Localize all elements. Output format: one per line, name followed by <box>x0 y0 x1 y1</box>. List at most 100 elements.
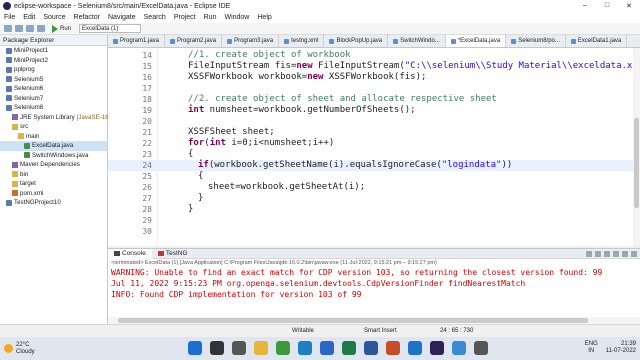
editor-vertical-scrollbar[interactable] <box>633 48 640 246</box>
java-file-icon <box>227 38 233 44</box>
clock[interactable]: 21:39 11-07-2022 <box>606 341 636 355</box>
code-string: "logindata" <box>441 160 502 170</box>
tree-item[interactable]: pom.xml <box>0 189 107 199</box>
line-number: 27 <box>142 194 152 203</box>
mail-icon[interactable] <box>408 341 422 355</box>
editor-tab[interactable]: SwitchWindo... <box>388 35 446 47</box>
editor-tab[interactable]: ExcelData1.java <box>566 35 628 47</box>
launch-config-combo[interactable]: ExcelData (1) <box>79 24 142 33</box>
windows-start-icon[interactable] <box>188 341 202 355</box>
editor-tab[interactable]: testng.xml <box>279 35 325 47</box>
menu-project[interactable]: Project <box>174 14 196 21</box>
tab-console[interactable]: Console <box>108 248 152 259</box>
tree-item[interactable]: MiniProject2 <box>0 56 107 66</box>
language-indicator[interactable]: ENG IN <box>585 341 598 355</box>
tree-item-label: SwitchWindows.java <box>32 151 89 159</box>
tree-item[interactable]: Selenium5 <box>0 75 107 85</box>
powerpoint-icon[interactable] <box>386 341 400 355</box>
tree-item[interactable]: pplprog <box>0 65 107 75</box>
xml-file-icon <box>12 190 18 197</box>
minimize-button[interactable]: – <box>574 2 596 10</box>
maximize-button[interactable]: □ <box>596 2 618 10</box>
package-explorer: Package Explorer MiniProject1 MiniProject… <box>0 35 110 324</box>
console-line: WARNING: Unable to find an exact match f… <box>111 268 603 277</box>
code-editor[interactable]: 14 //1. create object of workbook 15 FileIn… <box>108 48 640 246</box>
editor-scroll-thumb[interactable] <box>634 118 639 208</box>
editor-tab[interactable]: Program2.java <box>165 35 223 47</box>
tree-item[interactable]: Selenium6 <box>0 84 107 94</box>
menu-edit[interactable]: Edit <box>23 14 35 21</box>
tree-item-label: bin <box>20 170 29 178</box>
editor-tab-label: testng.xml <box>291 38 319 44</box>
scroll-lock-icon[interactable] <box>613 250 619 257</box>
chrome-icon[interactable] <box>276 341 290 355</box>
weather-widget[interactable]: 22°C Cloudy <box>4 342 35 356</box>
edge-icon[interactable] <box>298 341 312 355</box>
tree-item[interactable]: MiniProject1 <box>0 46 107 56</box>
remove-launch-icon[interactable] <box>595 250 601 257</box>
excel-icon[interactable] <box>342 341 356 355</box>
menu-navigate[interactable]: Navigate <box>108 14 136 21</box>
code-line: 15 FileInputStream fis=new FileInputStrea… <box>108 61 640 72</box>
run-button[interactable]: Run <box>52 24 72 33</box>
file-explorer-icon[interactable] <box>254 341 268 355</box>
tree-item[interactable]: JRE System Library [JavaSE-16] <box>0 113 110 123</box>
menu-search[interactable]: Search <box>144 14 166 21</box>
clear-console-icon[interactable] <box>604 250 610 257</box>
code-line: 28} <box>108 204 633 215</box>
console-horizontal-scrollbar[interactable] <box>108 317 640 324</box>
tree-item[interactable]: src <box>0 122 107 132</box>
editor-tab[interactable]: BlockPopUp.java <box>324 35 389 47</box>
console-view[interactable]: <terminated> ExcelData (1) [Java Applica… <box>108 259 640 324</box>
library-icon <box>12 161 18 168</box>
tree-item-suffix: [JavaSE-16] <box>76 113 111 121</box>
line-number: 30 <box>142 227 152 236</box>
new-icon[interactable] <box>4 25 12 32</box>
editor-tab[interactable]: Selenium8/po... <box>506 35 566 47</box>
java-file-icon <box>24 142 30 149</box>
camera-icon[interactable] <box>474 341 488 355</box>
console-scroll-thumb[interactable] <box>118 318 588 323</box>
menu-refactor[interactable]: Refactor <box>74 14 100 21</box>
code-token: FileInputStream fis= <box>188 61 297 71</box>
pin-console-icon[interactable] <box>622 250 628 257</box>
project-icon <box>6 199 12 206</box>
tree-item[interactable]: main <box>0 132 107 142</box>
settings-icon[interactable] <box>37 25 45 32</box>
menu-source[interactable]: Source <box>43 14 65 21</box>
code-token: { <box>188 149 194 159</box>
editor-tab[interactable]: Program1.java <box>108 35 166 47</box>
run-label: Run <box>60 25 72 32</box>
debug-icon[interactable] <box>26 25 34 32</box>
menu-file[interactable]: File <box>4 14 15 21</box>
tree-item[interactable]: bin <box>0 170 107 180</box>
project-icon <box>6 95 12 102</box>
menu-window[interactable]: Window <box>224 14 249 21</box>
search-icon[interactable] <box>210 341 224 355</box>
menu-run[interactable]: Run <box>204 14 217 21</box>
tree-item[interactable]: Selenium8 <box>0 103 107 113</box>
main-toolbar: Run ExcelData (1) <box>0 23 640 35</box>
store-icon[interactable] <box>320 341 334 355</box>
menu-help[interactable]: Help <box>257 14 271 21</box>
tree-item[interactable]: ExcelData.java <box>0 141 107 151</box>
tree-item[interactable]: SwitchWindows.java <box>0 151 107 161</box>
code-comment: //2. create object of sheet and allocate… <box>188 94 497 104</box>
eclipse-icon[interactable] <box>430 341 444 355</box>
tab-testng[interactable]: TestNG <box>152 250 194 257</box>
tree-item[interactable]: target <box>0 179 107 189</box>
minimize-view-icon[interactable] <box>631 250 637 257</box>
tree-item[interactable]: Selenium7 <box>0 94 107 104</box>
notepad-icon[interactable] <box>452 341 466 355</box>
tree-item[interactable]: TestNGProject10 <box>0 198 107 208</box>
editor-tab[interactable]: *ExcelData.java <box>445 35 507 47</box>
tree-item[interactable]: Maven Dependencies <box>0 160 107 170</box>
terminate-icon[interactable] <box>586 250 592 257</box>
editor-tab[interactable]: Program3.java <box>222 35 280 47</box>
task-view-icon[interactable] <box>232 341 246 355</box>
close-button[interactable]: ✕ <box>618 2 640 10</box>
word-icon[interactable] <box>364 341 378 355</box>
code-text: FileInputStream fis=new FileInputStream(… <box>168 61 640 72</box>
save-icon[interactable] <box>15 25 23 32</box>
line-number: 25 <box>142 172 152 181</box>
